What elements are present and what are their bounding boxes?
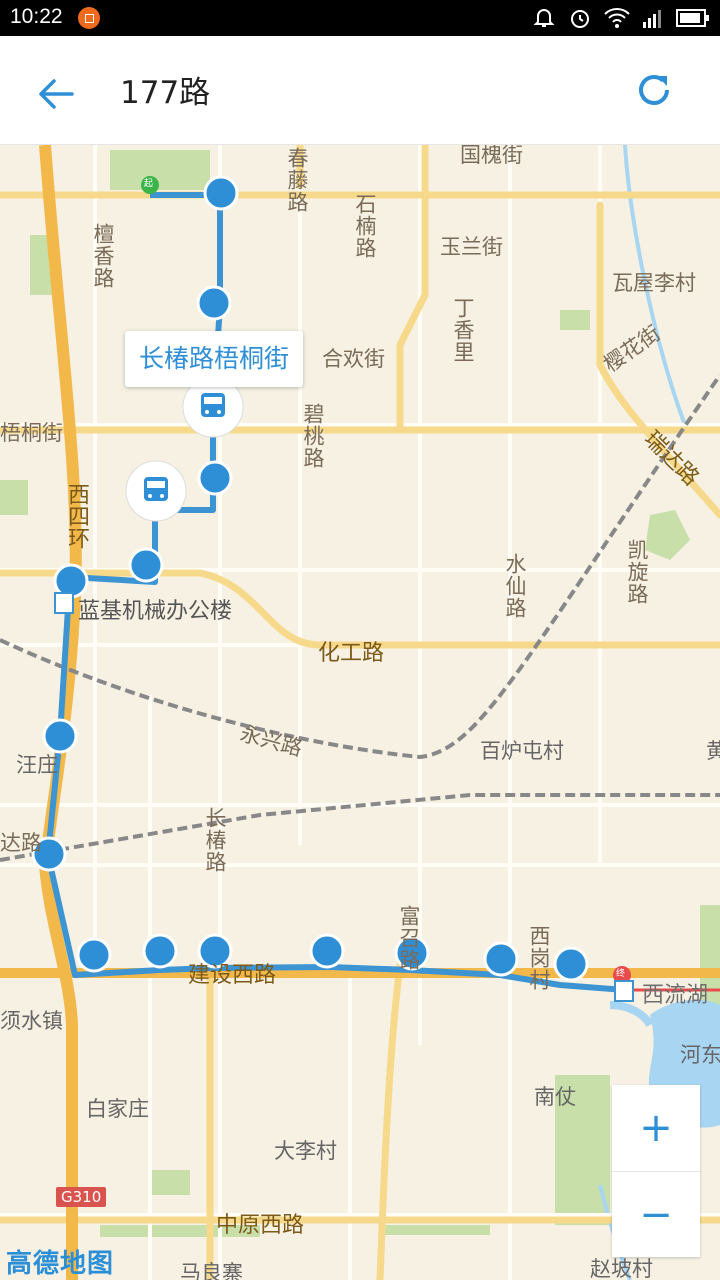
highway-badge: G310	[56, 1187, 107, 1207]
signal-icon	[642, 8, 664, 32]
road-label: 中原西路	[216, 1213, 305, 1238]
map-label: 马良寨	[180, 1261, 243, 1280]
page-title: 177路	[120, 75, 211, 111]
map-label: 玉兰街	[440, 235, 503, 259]
map-label: 凯旋路	[625, 539, 649, 605]
map-label: 达路	[0, 831, 42, 855]
map-label: 西岗村	[527, 925, 551, 991]
zoom-in-button[interactable]: +	[612, 1085, 700, 1171]
map-label: 须水镇	[0, 1009, 63, 1033]
map-label: 长椿路	[203, 807, 227, 873]
bell-muted-icon	[532, 6, 556, 34]
status-icons	[532, 6, 710, 34]
map-label: 水仙路	[503, 553, 527, 619]
map-label: 碧桃路	[301, 403, 325, 469]
map-label: 富召路	[397, 905, 421, 971]
map-label: 南仗	[534, 1085, 576, 1109]
map-label: 国槐街	[460, 145, 523, 167]
amap-logo: 高德地图	[6, 1249, 115, 1279]
map-label: 西流湖	[642, 983, 709, 1008]
status-bar: 10:22	[0, 0, 720, 36]
back-arrow-icon[interactable]	[36, 74, 76, 114]
map-label: 丁香里	[451, 297, 475, 363]
status-time: 10:22	[10, 5, 63, 28]
map-label: 瓦屋李村	[612, 271, 696, 295]
wifi-icon	[604, 7, 630, 33]
map-label: 汪庄	[16, 753, 58, 777]
map-label: 梧桐街	[0, 421, 63, 445]
end-marker: 终	[616, 969, 626, 979]
alarm-icon	[568, 6, 592, 34]
map-label: 百炉屯村	[480, 739, 564, 763]
map-label: 大李村	[274, 1139, 337, 1163]
map-label: 蓝基机械办公楼	[78, 599, 233, 624]
map-view[interactable]: 春藤路 国槐街 石楠路 玉兰街 瓦屋李村 檀香路 合欢街 丁香里 樱花街 梧桐街…	[0, 145, 720, 1280]
stop-callout[interactable]: 长椿路梧桐街	[125, 331, 303, 387]
battery-icon	[676, 9, 710, 31]
map-label: 石楠路	[353, 193, 377, 259]
road-label: 西四环	[64, 483, 89, 549]
map-label: 檀香路	[91, 223, 115, 289]
map-label: 黄	[706, 739, 720, 763]
zoom-controls: + −	[612, 1085, 700, 1257]
map-label: 春藤路	[285, 147, 309, 213]
start-marker: 起	[144, 179, 154, 189]
refresh-icon[interactable]	[636, 72, 672, 108]
map-label: 白家庄	[86, 1097, 149, 1121]
notification-icon	[78, 7, 100, 29]
zoom-out-button[interactable]: −	[612, 1171, 700, 1258]
header-bar: 177路	[0, 36, 720, 145]
map-label: 合欢街	[322, 347, 385, 371]
road-label: 建设西路	[188, 963, 277, 988]
road-label: 化工路	[318, 641, 385, 666]
map-label: 河东	[680, 1043, 720, 1067]
